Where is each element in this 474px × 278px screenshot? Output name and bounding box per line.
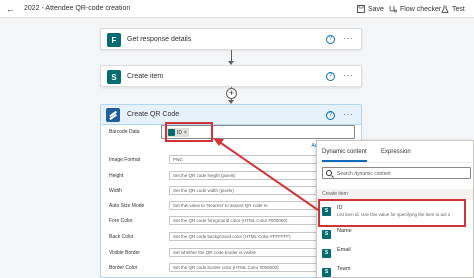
dynamic-content-panel: Dynamic content Expression Search dynami… bbox=[316, 140, 474, 278]
field-label: Visible Border bbox=[109, 250, 141, 256]
item-name: Email bbox=[337, 247, 351, 253]
flow-checker-label: Flow checker bbox=[400, 5, 442, 13]
search-placeholder: Search dynamic content bbox=[337, 171, 391, 177]
forms-icon: F bbox=[107, 33, 121, 47]
save-label: Save bbox=[368, 5, 384, 13]
help-icon[interactable]: ? bbox=[326, 72, 335, 81]
flow-title: 2022 - Attendee QR-code creation bbox=[24, 5, 131, 12]
dynamic-item-team[interactable]: S Team bbox=[317, 262, 474, 278]
more-options-icon[interactable]: ··· bbox=[344, 110, 354, 119]
sharepoint-icon: S bbox=[322, 249, 331, 258]
more-options-icon[interactable]: ··· bbox=[344, 71, 354, 80]
save-icon bbox=[357, 5, 365, 13]
qr-card-header[interactable]: Create QR Code ? ··· bbox=[101, 105, 361, 125]
field-label: Width bbox=[109, 188, 122, 194]
flow-checker-button[interactable]: Flow checker bbox=[389, 4, 441, 14]
field-label: Back Color bbox=[109, 234, 134, 240]
beaker-icon bbox=[441, 5, 449, 13]
item-name: Name bbox=[337, 228, 352, 234]
test-button[interactable]: Test bbox=[441, 4, 465, 14]
item-name: ID bbox=[337, 205, 343, 211]
id-token[interactable]: ID × bbox=[167, 128, 189, 137]
qr-card-title: Create QR Code bbox=[127, 111, 180, 118]
sharepoint-icon: S bbox=[322, 230, 331, 239]
tab-expression[interactable]: Expression bbox=[381, 149, 411, 155]
barcode-data-label: Barcode Data bbox=[109, 129, 140, 135]
section-header: Create item bbox=[317, 189, 473, 200]
stethoscope-icon bbox=[389, 5, 397, 13]
remove-token-icon[interactable]: × bbox=[184, 130, 187, 136]
item-description: List item id. Use this value for specify… bbox=[337, 212, 451, 217]
field-label: Height bbox=[109, 173, 124, 179]
field-label: Border Color bbox=[109, 265, 138, 271]
step-create-item[interactable]: S Create item ? ··· bbox=[100, 65, 362, 87]
sharepoint-icon: S bbox=[322, 268, 331, 277]
step-label: Get response details bbox=[127, 36, 192, 43]
sharepoint-icon: S bbox=[107, 70, 121, 84]
field-label: Fore Color bbox=[109, 218, 133, 224]
step-get-response-details[interactable]: F Get response details ? ··· bbox=[100, 28, 362, 50]
add-step-plus-icon[interactable]: + bbox=[226, 88, 237, 99]
more-options-icon[interactable]: ··· bbox=[344, 34, 354, 43]
test-label: Test bbox=[452, 5, 465, 13]
dynamic-panel-tabs: Dynamic content Expression bbox=[317, 141, 473, 163]
back-arrow-icon[interactable]: ← bbox=[6, 4, 18, 14]
help-icon[interactable]: ? bbox=[326, 111, 335, 120]
tab-dynamic-content[interactable]: Dynamic content bbox=[322, 149, 367, 162]
help-icon[interactable]: ? bbox=[326, 35, 335, 44]
sharepoint-icon: S bbox=[322, 207, 331, 216]
field-label: Auto Size Mode bbox=[109, 203, 145, 209]
search-icon bbox=[326, 170, 332, 176]
barcode-data-input[interactable]: ID × bbox=[161, 125, 355, 139]
sharepoint-token-icon bbox=[168, 129, 175, 136]
field-label: Image Format bbox=[109, 157, 141, 163]
item-name: Team bbox=[337, 266, 351, 272]
dynamic-item-id[interactable]: S ID List item id. Use this value for sp… bbox=[317, 201, 474, 223]
top-bar: ← 2022 - Attendee QR-code creation Save … bbox=[0, 0, 474, 18]
dynamic-search-input[interactable]: Search dynamic content bbox=[322, 167, 471, 179]
step-label: Create item bbox=[127, 73, 164, 80]
qr-connector-icon bbox=[106, 108, 120, 122]
token-label: ID bbox=[177, 129, 182, 136]
save-button[interactable]: Save bbox=[357, 4, 384, 14]
